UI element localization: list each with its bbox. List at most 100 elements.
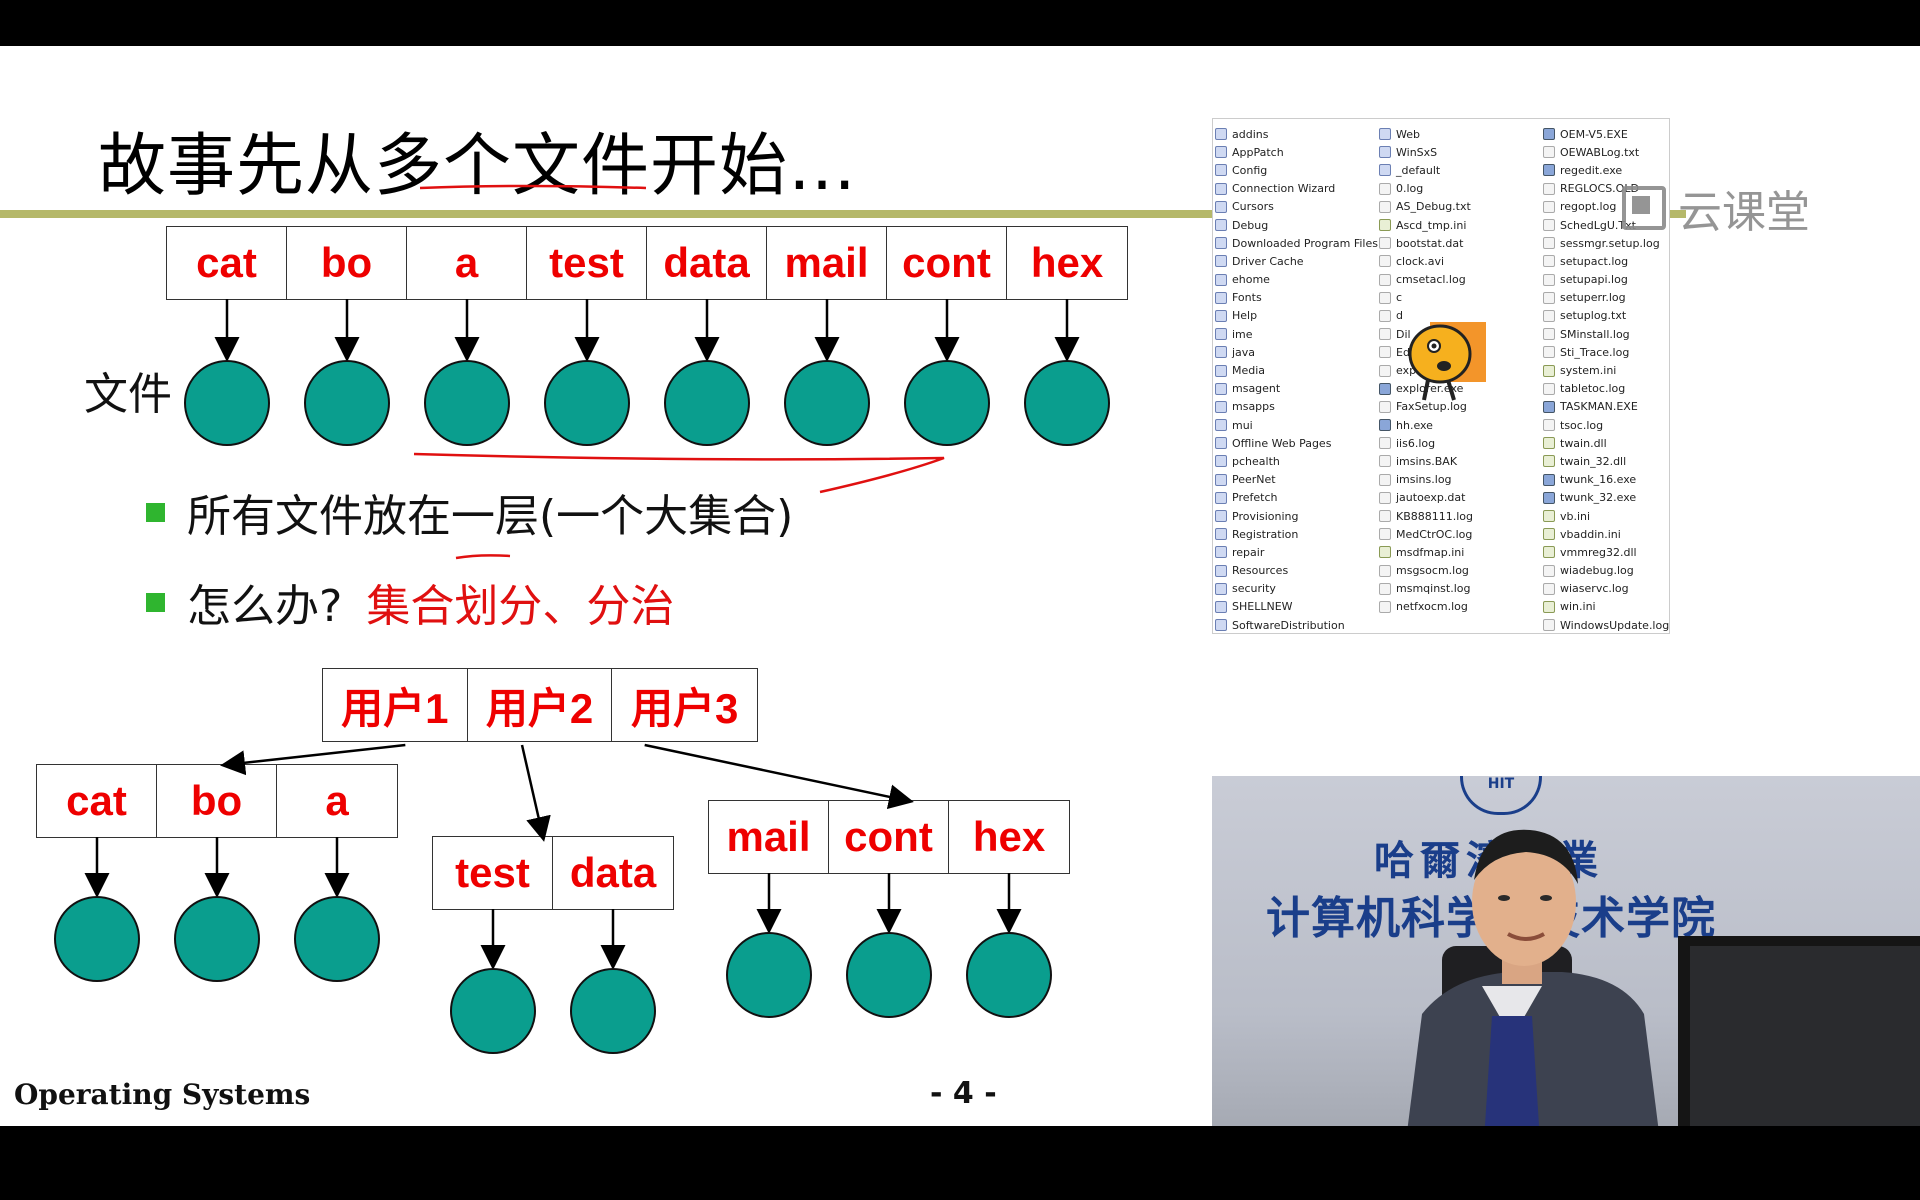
- explorer-item[interactable]: Ascd_tmp.ini: [1379, 216, 1529, 234]
- red-annotation-stroke: [413, 452, 945, 494]
- explorer-item[interactable]: _default: [1379, 161, 1529, 179]
- explorer-item[interactable]: pchealth: [1215, 452, 1365, 470]
- explorer-item[interactable]: twain_32.dll: [1543, 452, 1669, 470]
- explorer-item[interactable]: Provisioning: [1215, 507, 1365, 525]
- explorer-item[interactable]: Help: [1215, 307, 1365, 325]
- explorer-item[interactable]: OEM-V5.EXE: [1543, 125, 1669, 143]
- dll-icon: [1543, 437, 1555, 450]
- explorer-item[interactable]: iis6.log: [1379, 434, 1529, 452]
- explorer-item[interactable]: msapps: [1215, 398, 1365, 416]
- explorer-item[interactable]: twunk_16.exe: [1543, 471, 1669, 489]
- explorer-item-label: Help: [1232, 309, 1258, 323]
- explorer-item[interactable]: SHELLNEW: [1215, 598, 1365, 616]
- file-icon: [1543, 328, 1555, 341]
- explorer-item[interactable]: netfxocm.log: [1379, 598, 1529, 616]
- explorer-item[interactable]: Driver Cache: [1215, 252, 1365, 270]
- file-node-cont: [904, 360, 990, 446]
- explorer-item[interactable]: SoftwareDistribution: [1215, 616, 1365, 633]
- explorer-item-label: netfxocm.log: [1396, 600, 1468, 614]
- explorer-item[interactable]: ime: [1215, 325, 1365, 343]
- folder-icon: [1215, 309, 1227, 322]
- explorer-item[interactable]: wiadebug.log: [1543, 562, 1669, 580]
- explorer-item[interactable]: jautoexp.dat: [1379, 489, 1529, 507]
- explorer-item[interactable]: Config: [1215, 161, 1365, 179]
- explorer-item[interactable]: KB888111.log: [1379, 507, 1529, 525]
- file-icon: [1379, 182, 1391, 195]
- explorer-item[interactable]: tsoc.log: [1543, 416, 1669, 434]
- explorer-item[interactable]: OEWABLog.txt: [1543, 143, 1669, 161]
- file-icon: [1543, 619, 1555, 632]
- explorer-item[interactable]: tabletoc.log: [1543, 380, 1669, 398]
- explorer-item[interactable]: win.ini: [1543, 598, 1669, 616]
- explorer-item[interactable]: 0.log: [1379, 180, 1529, 198]
- explorer-item[interactable]: Resources: [1215, 562, 1365, 580]
- explorer-item[interactable]: AppPatch: [1215, 143, 1365, 161]
- file-node-cat: [184, 360, 270, 446]
- explorer-item[interactable]: msdfmap.ini: [1379, 543, 1529, 561]
- explorer-item-label: Prefetch: [1232, 491, 1278, 505]
- explorer-item[interactable]: Debug: [1215, 216, 1365, 234]
- dll-icon: [1543, 600, 1555, 613]
- explorer-item[interactable]: Downloaded Program Files: [1215, 234, 1378, 252]
- explorer-item-label: clock.avi: [1396, 254, 1445, 268]
- explorer-item[interactable]: Registration: [1215, 525, 1365, 543]
- explorer-item[interactable]: vmmreg32.dll: [1543, 543, 1669, 561]
- explorer-item[interactable]: SMinstall.log: [1543, 325, 1669, 343]
- explorer-item[interactable]: Offline Web Pages: [1215, 434, 1365, 452]
- explorer-item[interactable]: msgsocm.log: [1379, 562, 1529, 580]
- explorer-item[interactable]: Fonts: [1215, 289, 1365, 307]
- explorer-item-label: WindowsUpdate.log: [1560, 618, 1670, 632]
- explorer-item[interactable]: msmqinst.log: [1379, 580, 1529, 598]
- explorer-item[interactable]: TASKMAN.EXE: [1543, 398, 1669, 416]
- explorer-item[interactable]: setuperr.log: [1543, 289, 1669, 307]
- explorer-item[interactable]: imsins.log: [1379, 471, 1529, 489]
- file-node-bo: [304, 360, 390, 446]
- explorer-item[interactable]: setupapi.log: [1543, 271, 1669, 289]
- explorer-item[interactable]: bootstat.dat: [1379, 234, 1529, 252]
- explorer-item[interactable]: twunk_32.exe: [1543, 489, 1669, 507]
- explorer-item[interactable]: clock.avi: [1379, 252, 1529, 270]
- explorer-item[interactable]: MedCtrOC.log: [1379, 525, 1529, 543]
- explorer-item[interactable]: msagent: [1215, 380, 1365, 398]
- explorer-item[interactable]: wiaservc.log: [1543, 580, 1669, 598]
- explorer-item[interactable]: mui: [1215, 416, 1365, 434]
- explorer-item[interactable]: AS_Debug.txt: [1379, 198, 1529, 216]
- bullet-red-underline: [455, 554, 511, 560]
- explorer-item[interactable]: addins: [1215, 125, 1365, 143]
- explorer-item[interactable]: security: [1215, 580, 1365, 598]
- file-icon: [1379, 309, 1391, 322]
- folder-icon: [1215, 273, 1227, 286]
- explorer-item[interactable]: repair: [1215, 543, 1365, 561]
- explorer-item[interactable]: WinSxS: [1379, 143, 1529, 161]
- file-icon: [1379, 491, 1391, 504]
- explorer-item[interactable]: Cursors: [1215, 198, 1365, 216]
- explorer-item[interactable]: Prefetch: [1215, 489, 1365, 507]
- explorer-item[interactable]: vbaddin.ini: [1543, 525, 1669, 543]
- explorer-item[interactable]: hh.exe: [1379, 416, 1529, 434]
- explorer-item-label: win.ini: [1560, 600, 1596, 614]
- dll-icon: [1543, 546, 1555, 559]
- explorer-item[interactable]: vb.ini: [1543, 507, 1669, 525]
- explorer-item[interactable]: Sti_Trace.log: [1543, 343, 1669, 361]
- file-icon: [1379, 346, 1391, 359]
- explorer-item-label: security: [1232, 582, 1276, 596]
- explorer-item[interactable]: WindowsUpdate.log: [1543, 616, 1670, 633]
- explorer-item-label: setupapi.log: [1560, 273, 1628, 287]
- explorer-item[interactable]: java: [1215, 343, 1365, 361]
- explorer-item[interactable]: imsins.BAK: [1379, 452, 1529, 470]
- explorer-item[interactable]: Connection Wizard: [1215, 180, 1365, 198]
- explorer-item-label: addins: [1232, 127, 1269, 141]
- explorer-item[interactable]: c: [1379, 289, 1529, 307]
- explorer-item[interactable]: setupact.log: [1543, 252, 1669, 270]
- explorer-item[interactable]: Web: [1379, 125, 1529, 143]
- explorer-item[interactable]: setuplog.txt: [1543, 307, 1669, 325]
- explorer-item[interactable]: system.ini: [1543, 361, 1669, 379]
- explorer-item[interactable]: PeerNet: [1215, 471, 1365, 489]
- explorer-item[interactable]: ehome: [1215, 271, 1365, 289]
- explorer-item-label: KB888111.log: [1396, 509, 1474, 523]
- explorer-item[interactable]: cmsetacl.log: [1379, 271, 1529, 289]
- folder-icon: [1379, 164, 1391, 177]
- explorer-item[interactable]: Media: [1215, 361, 1365, 379]
- explorer-item[interactable]: twain.dll: [1543, 434, 1669, 452]
- explorer-item-label: Driver Cache: [1232, 254, 1304, 268]
